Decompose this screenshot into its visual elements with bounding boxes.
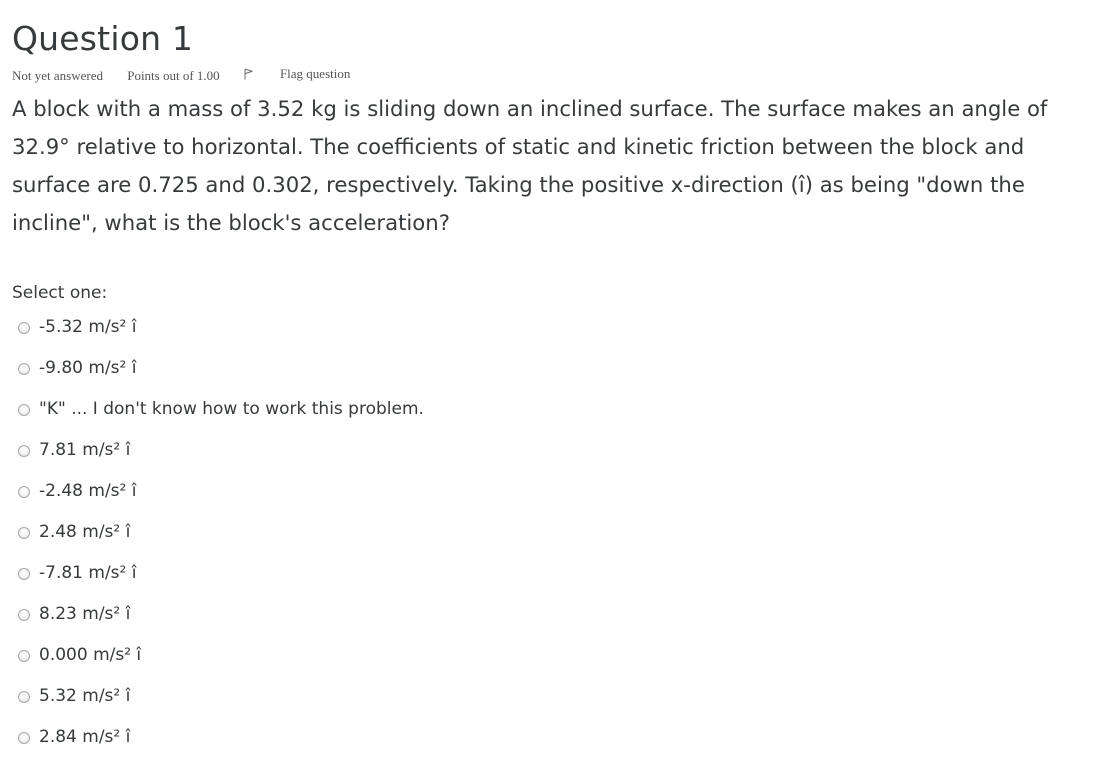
answer-label: 8.23 m/s² î xyxy=(39,604,131,624)
question-text: A block with a mass of 3.52 kg is slidin… xyxy=(12,96,1048,235)
flag-question-label: Flag question xyxy=(279,66,351,81)
answer-option[interactable]: "K" ... I don't know how to work this pr… xyxy=(18,396,424,437)
flag-question-link[interactable]: Flag question xyxy=(244,66,371,82)
radio-button[interactable] xyxy=(18,445,30,457)
answer-label: 2.48 m/s² î xyxy=(39,522,131,542)
answer-label: 2.84 m/s² î xyxy=(39,727,131,747)
answer-option[interactable]: -2.48 m/s² î xyxy=(18,478,424,519)
answer-label: 0.000 m/s² î xyxy=(39,645,142,665)
answer-option[interactable]: -7.81 m/s² î xyxy=(18,560,424,601)
question-info: Not yet answered Points out of 1.00 Flag… xyxy=(12,66,371,84)
answer-option[interactable]: 8.23 m/s² î xyxy=(18,601,424,642)
radio-button[interactable] xyxy=(18,527,30,539)
answer-options: -5.32 m/s² î -9.80 m/s² î "K" ... I don'… xyxy=(18,314,424,765)
radio-button[interactable] xyxy=(18,322,30,334)
question-title: Question 1 xyxy=(12,19,194,58)
flag-icon xyxy=(244,68,253,80)
answer-label: 7.81 m/s² î xyxy=(39,440,131,460)
answer-option[interactable]: -5.32 m/s² î xyxy=(18,314,424,355)
select-one-prompt: Select one: xyxy=(12,283,108,303)
radio-button[interactable] xyxy=(18,568,30,580)
answer-label: -5.32 m/s² î xyxy=(39,317,137,337)
answer-option[interactable]: 7.81 m/s² î xyxy=(18,437,424,478)
radio-button[interactable] xyxy=(18,691,30,703)
answer-label: 5.32 m/s² î xyxy=(39,686,131,706)
answer-option[interactable]: -9.80 m/s² î xyxy=(18,355,424,396)
status-text: Not yet answered xyxy=(12,68,103,83)
answer-option[interactable]: 2.48 m/s² î xyxy=(18,519,424,560)
points-text: Points out of 1.00 xyxy=(127,68,220,83)
answer-label: -7.81 m/s² î xyxy=(39,563,137,583)
answer-label: "K" ... I don't know how to work this pr… xyxy=(39,399,424,419)
answer-option[interactable]: 5.32 m/s² î xyxy=(18,683,424,724)
radio-button[interactable] xyxy=(18,486,30,498)
radio-button[interactable] xyxy=(18,650,30,662)
answer-label: -2.48 m/s² î xyxy=(39,481,137,501)
radio-button[interactable] xyxy=(18,609,30,621)
radio-button[interactable] xyxy=(18,732,30,744)
radio-button[interactable] xyxy=(18,363,30,375)
radio-button[interactable] xyxy=(18,404,30,416)
answer-option[interactable]: 0.000 m/s² î xyxy=(18,642,424,683)
answer-label: -9.80 m/s² î xyxy=(39,358,137,378)
